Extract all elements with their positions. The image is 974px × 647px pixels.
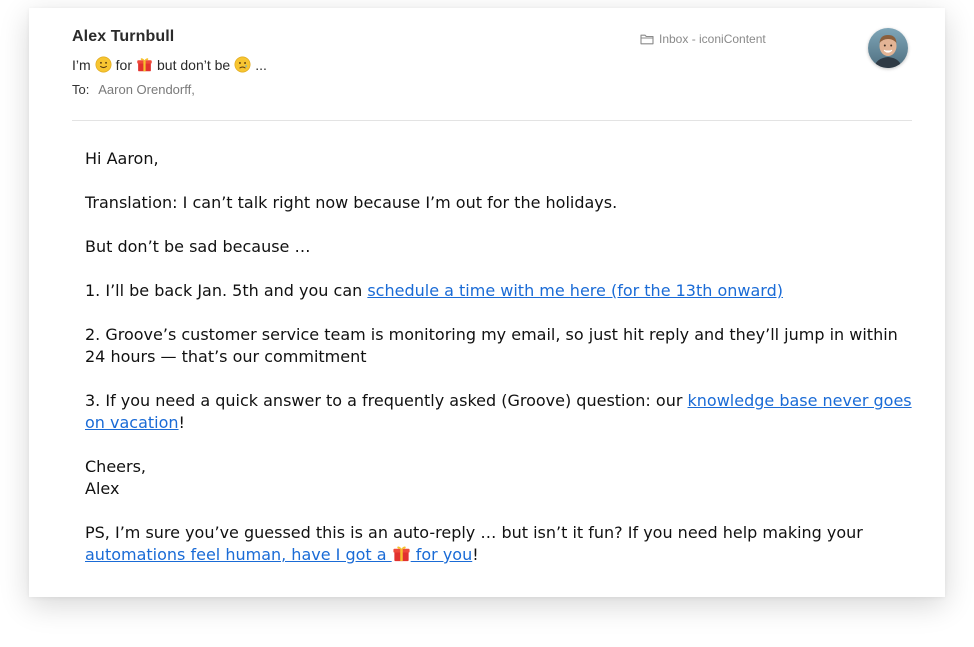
ps-text: PS, I’m sure you’ve guessed this is an a… (85, 523, 863, 542)
signoff: Cheers, (85, 457, 146, 476)
translation-line: Translation: I can’t talk right now beca… (85, 193, 618, 212)
subject-text2: but don’t be (157, 56, 231, 73)
mailbox-label: Inbox - iconiContent (659, 32, 766, 46)
but-line: But don’t be sad because … (85, 237, 311, 256)
item-3-text: 3. If you need a quick answer to a frequ… (85, 391, 688, 410)
ps-link-after: for you (410, 545, 473, 564)
recipient-name[interactable]: Aaron Orendorff, (98, 82, 195, 97)
ps-link-before: automations feel human, have I got a (85, 545, 392, 564)
item-1-text: 1. I’ll be back Jan. 5th and you can (85, 281, 368, 300)
greeting: Hi Aaron, (85, 149, 159, 168)
mailbox-indicator[interactable]: Inbox - iconiContent (640, 32, 766, 46)
avatar-photo (868, 28, 908, 68)
avatar[interactable] (868, 28, 908, 68)
ps-paragraph: PS, I’m sure you’ve guessed this is an a… (85, 522, 915, 566)
crying-face-icon (234, 56, 251, 73)
ps-end: ! (472, 545, 479, 564)
item-3-end: ! (178, 413, 185, 432)
slightly-smiling-face-icon (95, 56, 112, 73)
email-body: Hi Aaron, Translation: I can’t talk righ… (85, 148, 915, 588)
sender-name: Alex Turnbull (72, 28, 175, 45)
recipient-line: To: Aaron Orendorff, (72, 82, 195, 97)
signoff-block: Cheers, Alex (85, 456, 915, 500)
schedule-link[interactable]: schedule a time with me here (for the 13… (367, 281, 783, 300)
item-1: 1. I’ll be back Jan. 5th and you can sch… (85, 280, 915, 302)
subject-middle: for (115, 56, 133, 73)
item-3: 3. If you need a quick answer to a frequ… (85, 390, 915, 434)
wrapped-gift-icon (393, 546, 410, 562)
to-label: To: (72, 82, 90, 97)
email-header: Alex Turnbull I’m for but don’t be ... T… (72, 26, 912, 120)
header-divider (72, 120, 912, 121)
email-subject: I’m for but don’t be ... (72, 56, 267, 73)
subject-prefix: I’m (72, 56, 91, 73)
item-2: 2. Groove’s customer service team is mon… (85, 325, 898, 366)
signature: Alex (85, 479, 120, 498)
email-card: Alex Turnbull I’m for but don’t be ... T… (29, 8, 945, 597)
wrapped-gift-icon (137, 58, 152, 72)
folder-icon (640, 34, 654, 45)
automations-link[interactable]: automations feel human, have I got a for… (85, 545, 472, 564)
subject-suffix: ... (255, 56, 267, 73)
